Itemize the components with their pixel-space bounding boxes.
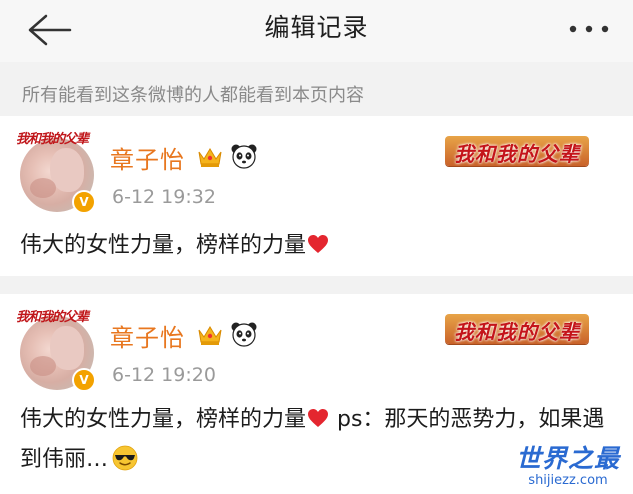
banner-label: 我和我的父辈 bbox=[454, 142, 580, 166]
watermark: 世界之最 shijiezz.com bbox=[509, 439, 627, 488]
user-name[interactable]: 章子怡 bbox=[110, 318, 185, 353]
heart-icon bbox=[308, 235, 329, 253]
more-dots-icon bbox=[569, 25, 609, 33]
user-name[interactable]: 章子怡 bbox=[110, 140, 185, 175]
visibility-notice: 所有能看到这条微博的人都能看到本页内容 bbox=[0, 62, 633, 114]
post-body: 伟大的女性力量，榜样的力量 bbox=[20, 233, 307, 258]
watermark-url: shijiezz.com bbox=[528, 473, 608, 488]
panda-icon bbox=[231, 322, 257, 347]
crown-icon bbox=[198, 326, 222, 345]
timestamp: 6-12 19:20 bbox=[112, 364, 216, 386]
heart-icon bbox=[308, 409, 329, 427]
verified-badge-icon: V bbox=[72, 368, 96, 392]
avatar[interactable]: 我和我的父辈 V bbox=[16, 132, 96, 214]
crown-icon bbox=[198, 148, 222, 167]
avatar[interactable]: 我和我的父辈 V bbox=[16, 310, 96, 392]
edit-record-card: 我和我的父辈 V 章子怡 6-12 19:32 我和我的父辈 伟大的女性力量，榜… bbox=[0, 116, 633, 276]
timestamp: 6-12 19:32 bbox=[112, 186, 216, 208]
banner-label: 我和我的父辈 bbox=[454, 320, 580, 344]
post-body: 伟大的女性力量，榜样的力量 bbox=[20, 407, 307, 432]
top-nav-bar: 编辑记录 bbox=[0, 0, 633, 62]
avatar-logo: 我和我的父辈 bbox=[16, 132, 89, 147]
panda-icon bbox=[231, 144, 257, 169]
avatar-logo: 我和我的父辈 bbox=[16, 310, 89, 325]
movie-banner-badge[interactable]: 我和我的父辈 bbox=[445, 314, 589, 344]
page-title: 编辑记录 bbox=[264, 13, 369, 42]
sunglasses-emoji-icon bbox=[112, 445, 138, 471]
post-text: 伟大的女性力量，榜样的力量 bbox=[20, 226, 613, 266]
verified-badge-icon: V bbox=[72, 190, 96, 214]
movie-banner-badge[interactable]: 我和我的父辈 bbox=[445, 136, 589, 166]
more-button[interactable] bbox=[567, 16, 611, 42]
watermark-title: 世界之最 bbox=[515, 444, 620, 473]
